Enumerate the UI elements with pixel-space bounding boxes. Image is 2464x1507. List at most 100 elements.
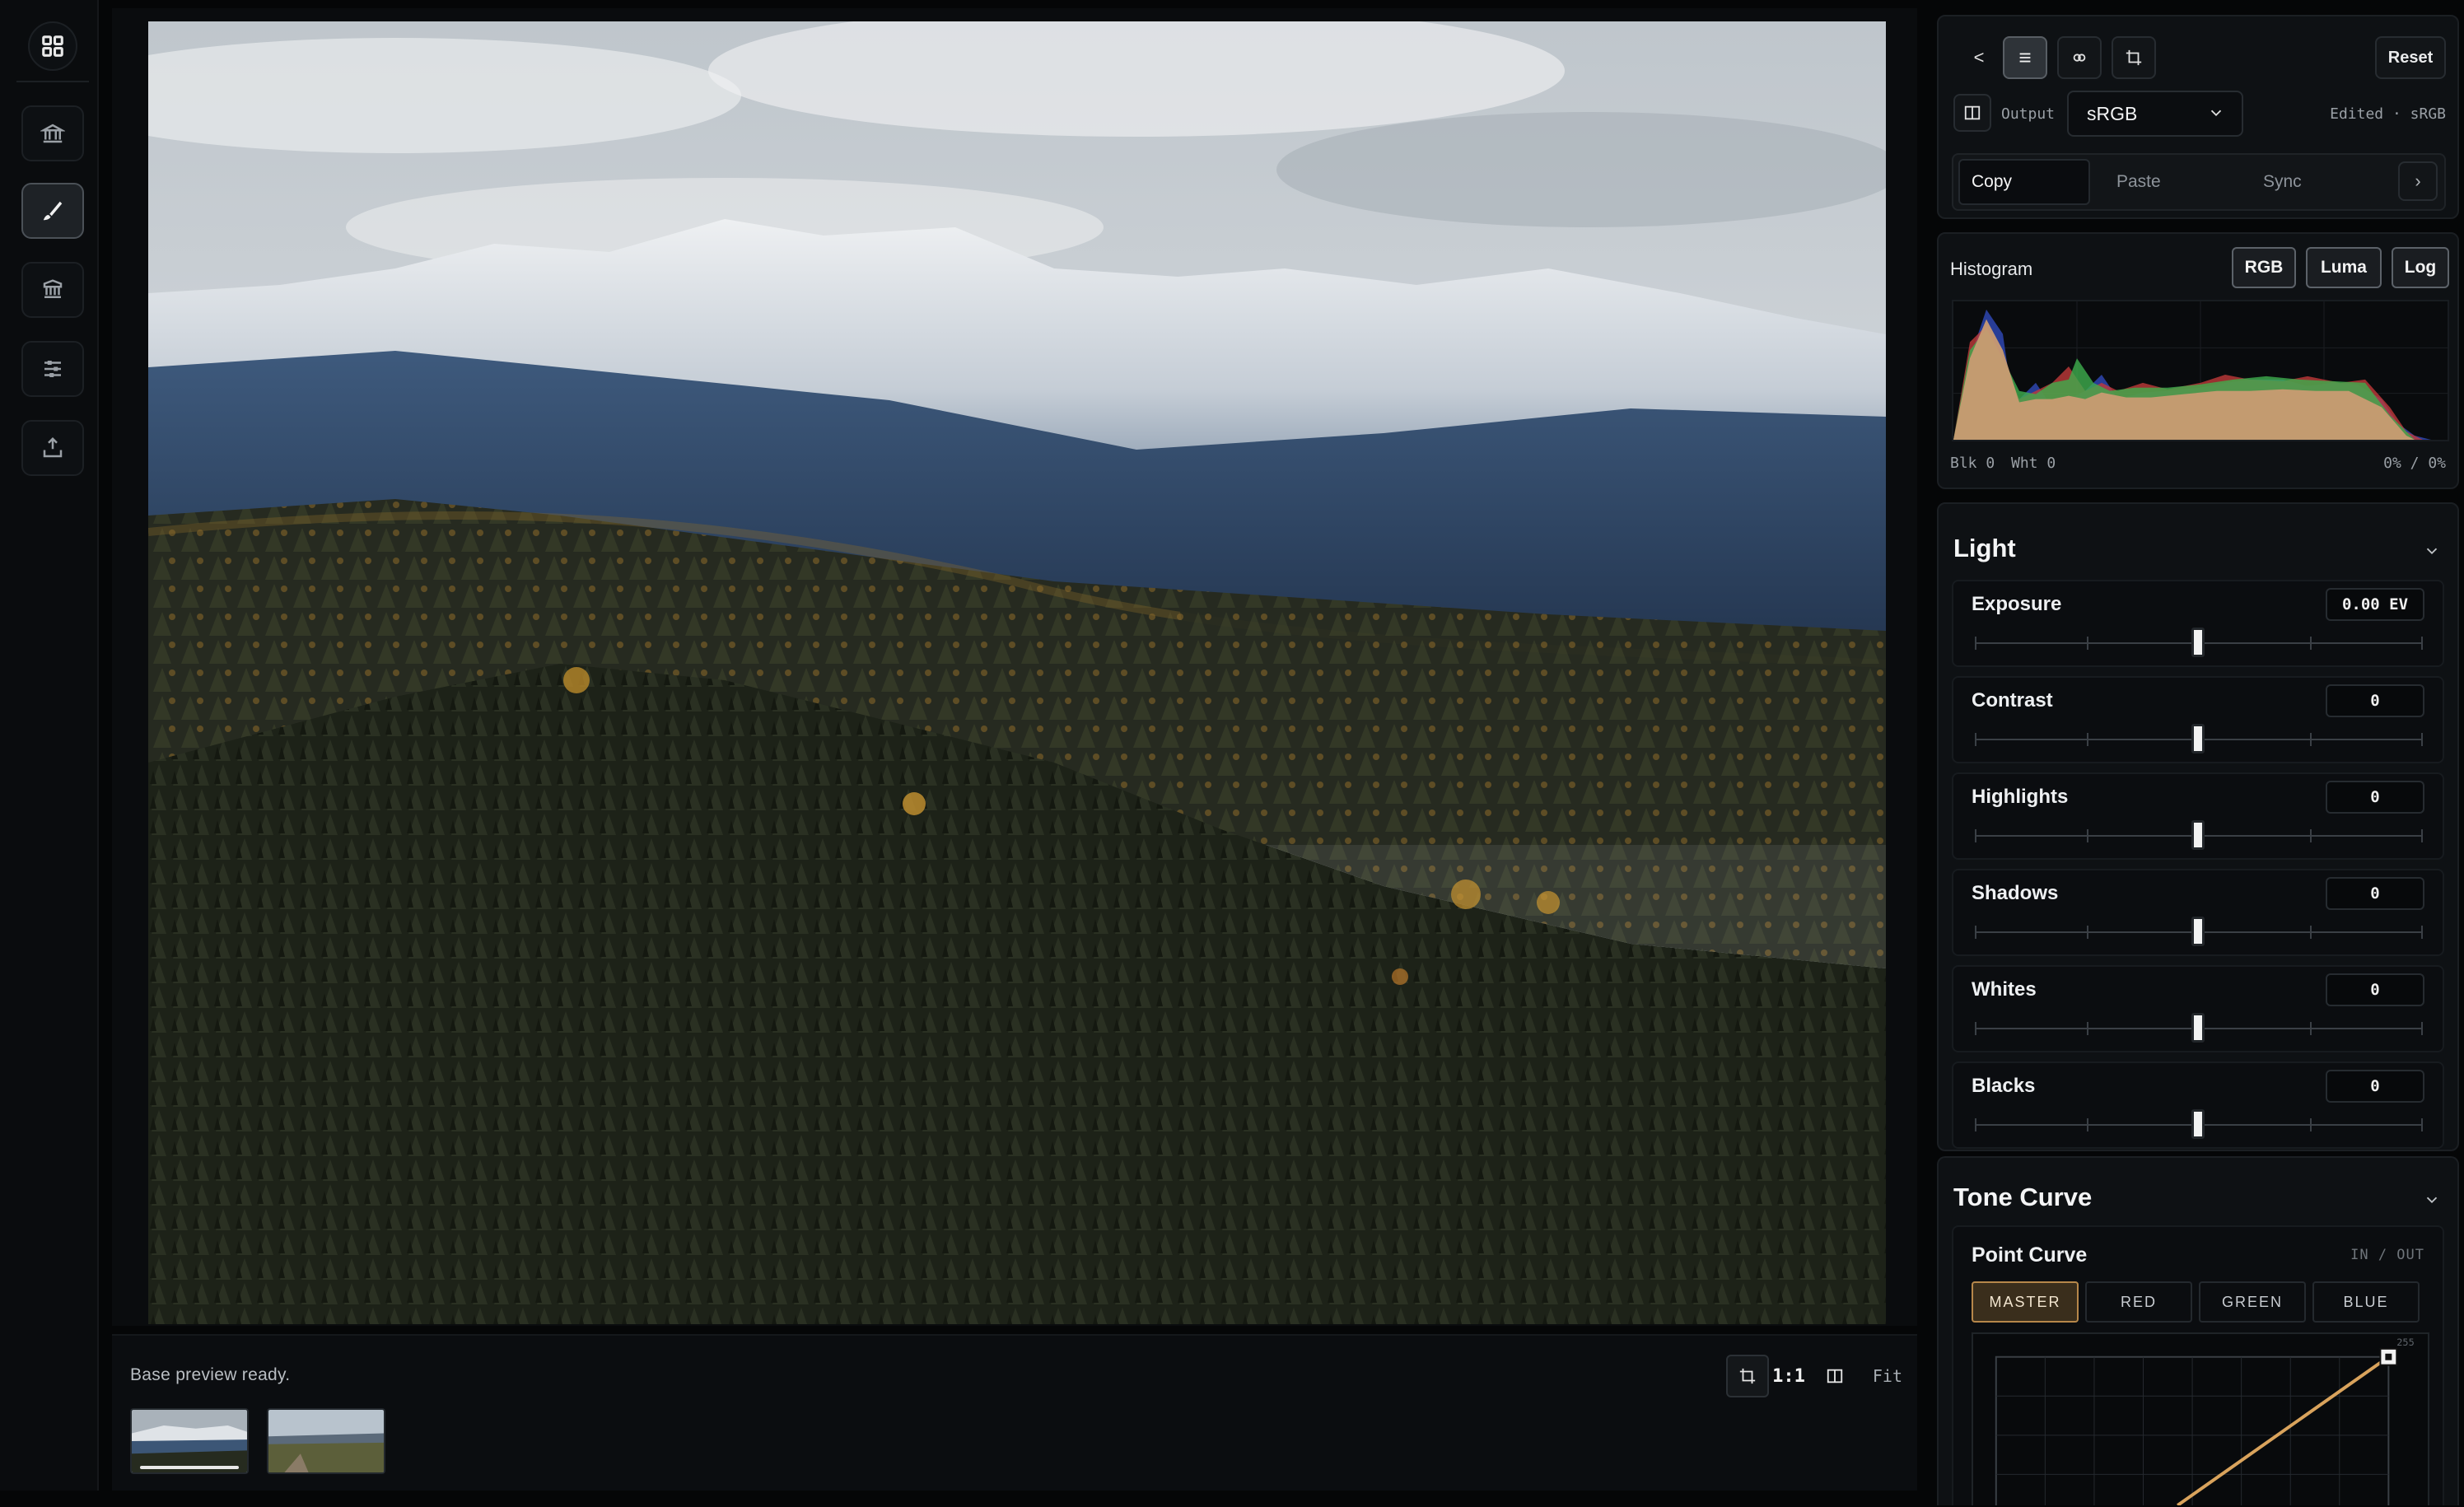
slider-tick	[2086, 1118, 2088, 1131]
slider-label: Whites	[1972, 978, 2037, 1001]
slider-tick	[2421, 926, 2423, 939]
shadows-slider-track[interactable]	[1975, 917, 2423, 946]
photo-canvas[interactable]	[148, 21, 1886, 1324]
reset-button[interactable]: Reset	[2375, 36, 2446, 79]
filmstrip: Base preview ready. 1:1 Fit	[112, 1334, 1917, 1491]
rail-divider	[16, 81, 89, 82]
back-button[interactable]: <	[1957, 36, 2001, 79]
tone-curve-title: Tone Curve	[1953, 1183, 2093, 1211]
slider-label: Highlights	[1972, 786, 2069, 808]
blacks-slider-track[interactable]	[1975, 1109, 2423, 1139]
white-clip-readout: Wht 0	[2011, 455, 2056, 472]
channel-tab-red[interactable]: RED	[2085, 1281, 2192, 1323]
zoom-1to1-button[interactable]: 1:1	[1772, 1366, 1805, 1387]
in-out-readout: IN / OUT	[2350, 1247, 2424, 1263]
header-card: < Reset Output sRGB Edited · sRGB Copy P…	[1937, 15, 2459, 219]
channel-tabs: MASTER RED GREEN BLUE	[1972, 1281, 2429, 1323]
histogram-log-button[interactable]: Log	[2392, 247, 2449, 288]
develop-panel: < Reset Output sRGB Edited · sRGB Copy P…	[1937, 15, 2459, 1505]
whites-slider-handle[interactable]	[2191, 1013, 2205, 1043]
curve-editor[interactable]: 255	[1972, 1332, 2429, 1505]
highlights-slider-track[interactable]	[1975, 820, 2423, 850]
slider-tick	[2309, 1022, 2312, 1035]
crop-view-button[interactable]	[1726, 1355, 1770, 1397]
image-viewer[interactable]	[112, 8, 1917, 1326]
channel-tab-green[interactable]: GREEN	[2199, 1281, 2306, 1323]
slider-tick	[2421, 733, 2423, 746]
collapse-chevron-icon[interactable]	[2423, 1191, 2441, 1209]
crop-button[interactable]	[2112, 36, 2156, 79]
histogram-card: Histogram RGB Luma Log Blk 0 Wht 0 0% / …	[1937, 232, 2459, 489]
edit-brush-icon[interactable]	[21, 183, 84, 239]
grid-icon	[42, 35, 63, 57]
slider-tick	[1975, 829, 1976, 842]
clipboard-bar: Copy Paste Sync ›	[1952, 153, 2446, 211]
slider-label: Blacks	[1972, 1075, 2036, 1097]
slider-tick	[1975, 1118, 1976, 1131]
slider-tick	[2086, 733, 2088, 746]
curve-graph: 255	[1995, 1337, 2415, 1505]
chevron-down-icon	[2210, 110, 2222, 117]
light-title: Light	[1953, 534, 2016, 562]
histogram-rgb-button[interactable]: RGB	[2232, 247, 2296, 288]
chevron-right-icon: ›	[2415, 170, 2421, 191]
link-button[interactable]	[2057, 36, 2102, 79]
more-button[interactable]: ›	[2398, 161, 2438, 201]
blacks-value-input[interactable]: 0	[2326, 1070, 2424, 1103]
adjust-sliders-icon[interactable]	[21, 341, 84, 397]
highlights-value-input[interactable]: 0	[2326, 781, 2424, 814]
slider-tick	[2086, 637, 2088, 650]
highlights-slider-handle[interactable]	[2191, 820, 2205, 850]
slider-exposure: Exposure 0.00 EV	[1952, 580, 2444, 667]
compare-view-button[interactable]	[1813, 1355, 1856, 1397]
thumbnail-image	[268, 1410, 384, 1472]
fit-button[interactable]: Fit	[1873, 1366, 1902, 1386]
slider-tick	[1975, 733, 1976, 746]
exposure-slider-track[interactable]	[1975, 628, 2423, 657]
histogram-plot	[1952, 300, 2449, 441]
collapse-chevron-icon[interactable]	[2423, 542, 2441, 560]
compare-toggle-button[interactable]	[1953, 94, 1991, 132]
library-grid-icon[interactable]	[28, 21, 77, 71]
slider-tick	[2421, 637, 2423, 650]
slider-tick	[2086, 829, 2088, 842]
contrast-slider-handle[interactable]	[2191, 724, 2205, 754]
channel-tab-blue[interactable]: BLUE	[2312, 1281, 2420, 1323]
menu-button[interactable]	[2003, 36, 2047, 79]
exposure-slider-handle[interactable]	[2191, 628, 2205, 657]
slider-whites: Whites 0	[1952, 965, 2444, 1052]
contrast-slider-track[interactable]	[1975, 724, 2423, 754]
whites-value-input[interactable]: 0	[2326, 973, 2424, 1006]
contrast-value-input[interactable]: 0	[2326, 684, 2424, 717]
thumbnail-2[interactable]	[267, 1408, 385, 1474]
edit-status: Edited · sRGB	[2330, 105, 2446, 123]
exposure-value-input[interactable]: 0.00 EV	[2326, 588, 2424, 621]
histogram-graph	[1953, 301, 2448, 440]
collections-icon[interactable]	[21, 105, 84, 161]
whites-slider-track[interactable]	[1975, 1013, 2423, 1043]
output-profile-select[interactable]: sRGB	[2067, 91, 2243, 137]
shadows-slider-handle[interactable]	[2191, 917, 2205, 946]
point-curve-panel: Point Curve IN / OUT MASTER RED GREEN BL…	[1952, 1225, 2444, 1505]
building-icon	[40, 124, 65, 143]
histogram-luma-button[interactable]: Luma	[2306, 247, 2382, 288]
paste-button[interactable]: Paste	[2105, 159, 2237, 205]
copy-button[interactable]: Copy	[1958, 159, 2090, 205]
blacks-slider-handle[interactable]	[2191, 1109, 2205, 1139]
shadows-value-input[interactable]: 0	[2326, 877, 2424, 910]
sliders-icon	[44, 361, 61, 377]
channel-tab-master[interactable]: MASTER	[1972, 1281, 2079, 1323]
slider-label: Shadows	[1972, 882, 2059, 904]
thumbnail-1[interactable]	[130, 1408, 249, 1474]
slider-tick	[1975, 926, 1976, 939]
slider-tick	[2086, 926, 2088, 939]
export-icon[interactable]	[21, 420, 84, 476]
slider-tick	[2421, 829, 2423, 842]
crop-icon	[2126, 49, 2142, 66]
histogram-title: Histogram	[1950, 259, 2033, 279]
slider-highlights: Highlights 0	[1952, 772, 2444, 860]
presets-icon[interactable]	[21, 262, 84, 318]
slider-tick	[2421, 1118, 2423, 1131]
sync-button[interactable]: Sync	[2252, 159, 2383, 205]
view-tools: 1:1 Fit	[1721, 1354, 1917, 1398]
